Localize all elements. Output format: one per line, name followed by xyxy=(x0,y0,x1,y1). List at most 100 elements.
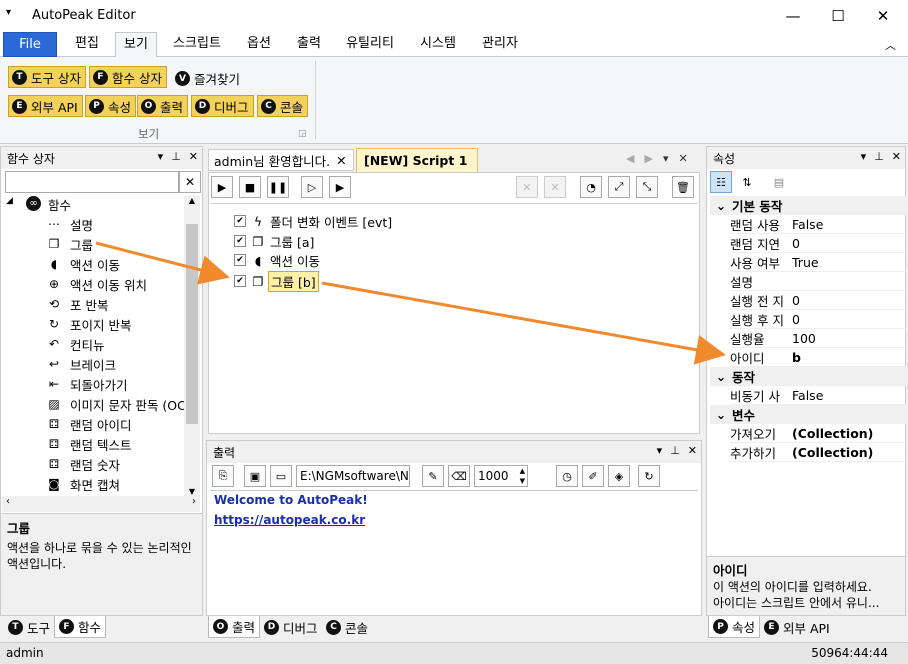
quick-access-icon[interactable]: ▾ xyxy=(6,7,11,18)
property-row[interactable]: 실행율 100 xyxy=(730,329,906,348)
brush-icon[interactable]: ✐ xyxy=(582,465,604,487)
tab-view[interactable]: 보기 xyxy=(115,32,157,58)
close-button[interactable]: ✕ xyxy=(860,0,906,32)
function-item[interactable]: ⋯ 설명 xyxy=(46,214,93,234)
expand-icon[interactable]: ⌄ xyxy=(710,369,732,384)
count-stepper[interactable]: 1000 ▲ ▼ xyxy=(474,465,528,487)
property-row[interactable]: 사용 여부 True xyxy=(730,253,906,272)
close-tab-icon[interactable]: ✕ xyxy=(336,153,346,168)
property-category[interactable]: ⌄ 기본 동작 xyxy=(710,196,906,215)
property-row[interactable]: 설명 xyxy=(730,272,906,291)
tab-system[interactable]: 시스템 xyxy=(410,32,466,57)
property-value[interactable]: True xyxy=(792,255,819,270)
property-row[interactable]: 랜덤 지연 0 xyxy=(730,234,906,253)
toolbox-button[interactable]: T 도구 상자 xyxy=(8,66,86,88)
categorized-icon[interactable]: ☷ xyxy=(710,171,732,193)
tab-admin[interactable]: 관리자 xyxy=(472,32,528,57)
property-value[interactable]: False xyxy=(792,388,823,403)
play-button[interactable]: ▶ xyxy=(211,176,233,198)
property-value[interactable]: (Collection) xyxy=(792,445,873,460)
expand-icon[interactable]: ⌄ xyxy=(710,407,732,422)
pin-icon[interactable]: ⊥ xyxy=(874,150,884,163)
tab-edit[interactable]: 편집 xyxy=(64,32,110,57)
clock-icon[interactable]: ◷ xyxy=(556,465,578,487)
script-row-group-b[interactable]: ✔ ❐ 그룹 [b] xyxy=(234,270,319,292)
tab-script[interactable]: 스크립트 xyxy=(164,32,230,57)
maximize-button[interactable]: ☐ xyxy=(815,0,861,32)
function-item[interactable]: ↶ 컨티뉴 xyxy=(46,334,105,354)
tree-root-label[interactable]: 함수 xyxy=(48,195,71,214)
close-icon[interactable]: ✕ xyxy=(688,444,697,457)
property-row[interactable]: 추가하기 (Collection) xyxy=(730,443,906,462)
delete-button[interactable]: 🗑 xyxy=(672,176,694,198)
expand-button[interactable]: ⤢ xyxy=(608,176,630,198)
dropdown-icon[interactable]: ▾ xyxy=(158,150,164,163)
external-api-button[interactable]: E 외부 API xyxy=(8,95,83,117)
timer-button[interactable]: ◔ xyxy=(580,176,602,198)
tab-utility[interactable]: 유틸리티 xyxy=(336,32,404,57)
property-value[interactable]: (Collection) xyxy=(792,426,873,441)
property-row[interactable]: 가져오기 (Collection) xyxy=(730,424,906,443)
function-item[interactable]: ⚃ 랜덤 텍스트 xyxy=(46,434,132,454)
property-category[interactable]: ⌄ 변수 xyxy=(710,405,906,424)
folder-icon[interactable]: ▭ xyxy=(270,465,292,487)
scroll-right-icon[interactable]: › xyxy=(192,496,196,512)
debug-button[interactable]: D 디버그 xyxy=(191,95,254,117)
tab-options[interactable]: 옵션 xyxy=(236,32,282,57)
checkbox[interactable]: ✔ xyxy=(234,215,246,227)
close-icon[interactable]: ✕ xyxy=(892,150,901,163)
pin-icon[interactable]: ⊥ xyxy=(670,444,680,457)
script-row-event[interactable]: ✔ ϟ 폴더 변화 이벤트 [evt] xyxy=(234,212,392,230)
stepper-arrows-icon[interactable]: ▲ ▼ xyxy=(520,466,525,486)
vertical-scrollbar[interactable]: ▲ ▼ xyxy=(184,196,200,496)
property-row[interactable]: 실행 전 지 0 xyxy=(730,291,906,310)
collapse-button[interactable]: ⤡ xyxy=(636,176,658,198)
close-icon[interactable]: ✕ xyxy=(189,150,198,163)
refresh-icon[interactable]: ↻ xyxy=(638,465,660,487)
homepage-link[interactable]: https://autopeak.co.kr xyxy=(214,513,365,527)
clear-search-button[interactable]: ✕ xyxy=(179,171,201,193)
save-icon[interactable]: ▣ xyxy=(244,465,266,487)
disabled-x-button-2[interactable]: ✕ xyxy=(544,176,566,198)
sort-az-icon[interactable]: ⇅ xyxy=(736,171,758,193)
checkbox[interactable]: ✔ xyxy=(234,254,246,266)
new-output-button[interactable]: ⎘ xyxy=(212,465,234,487)
tab-file[interactable]: File xyxy=(3,32,57,57)
dropdown-icon[interactable]: ▾ xyxy=(861,150,867,163)
checkbox[interactable]: ✔ xyxy=(234,275,246,287)
bottom-tab-console[interactable]: C 콘솔 xyxy=(322,616,372,638)
function-box-button[interactable]: F 함수 상자 xyxy=(89,66,167,88)
property-category[interactable]: ⌄ 동작 xyxy=(710,367,906,386)
collapse-ribbon-icon[interactable]: ︿ xyxy=(885,37,896,53)
property-value[interactable]: 0 xyxy=(792,293,800,308)
property-value[interactable]: 100 xyxy=(792,331,816,346)
checkbox[interactable]: ✔ xyxy=(234,235,246,247)
script-row-action-move[interactable]: ✔ ◖ 액션 이동 xyxy=(234,251,320,269)
pause-button[interactable]: ❚❚ xyxy=(267,176,289,198)
path-input[interactable]: E:\NGMsoftware\NG xyxy=(296,465,410,487)
minimize-button[interactable]: — xyxy=(770,0,816,32)
dropdown-icon[interactable]: ▾ xyxy=(657,444,663,457)
scroll-up-icon[interactable]: ▲ xyxy=(184,196,200,205)
bottom-tab-tools[interactable]: T 도구 xyxy=(4,616,54,638)
run-selected-button[interactable]: ▶ xyxy=(329,176,351,198)
bottom-tab-output[interactable]: O 출력 xyxy=(208,616,261,638)
property-row[interactable]: 비동기 사 False xyxy=(730,386,906,405)
output-button[interactable]: O 출력 xyxy=(137,95,189,117)
tab-output[interactable]: 출력 xyxy=(286,32,332,57)
tab-next-icon[interactable]: ▶ xyxy=(644,152,652,165)
tab-welcome[interactable]: admin님 환영합니다. ✕ xyxy=(208,149,354,171)
bottom-tab-properties[interactable]: P 속성 xyxy=(708,616,761,638)
function-item[interactable]: ⚃ 랜덤 아이디 xyxy=(46,414,132,434)
favorites-button[interactable]: V 즐겨찾기 xyxy=(175,69,240,88)
property-row[interactable]: 실행 후 지 0 xyxy=(730,310,906,329)
expand-icon[interactable]: ⌄ xyxy=(710,198,732,213)
property-value[interactable]: 0 xyxy=(792,236,800,251)
property-pages-icon[interactable]: ▤ xyxy=(768,171,790,193)
bottom-tab-external-api[interactable]: E 외부 API xyxy=(760,616,834,638)
scroll-left-icon[interactable]: ‹ xyxy=(6,496,10,512)
stop-button[interactable]: ■ xyxy=(239,176,261,198)
scroll-thumb[interactable] xyxy=(186,224,198,424)
tab-list-icon[interactable]: ▾ xyxy=(663,152,669,165)
script-row-group-a[interactable]: ✔ ❐ 그룹 [a] xyxy=(234,232,314,250)
